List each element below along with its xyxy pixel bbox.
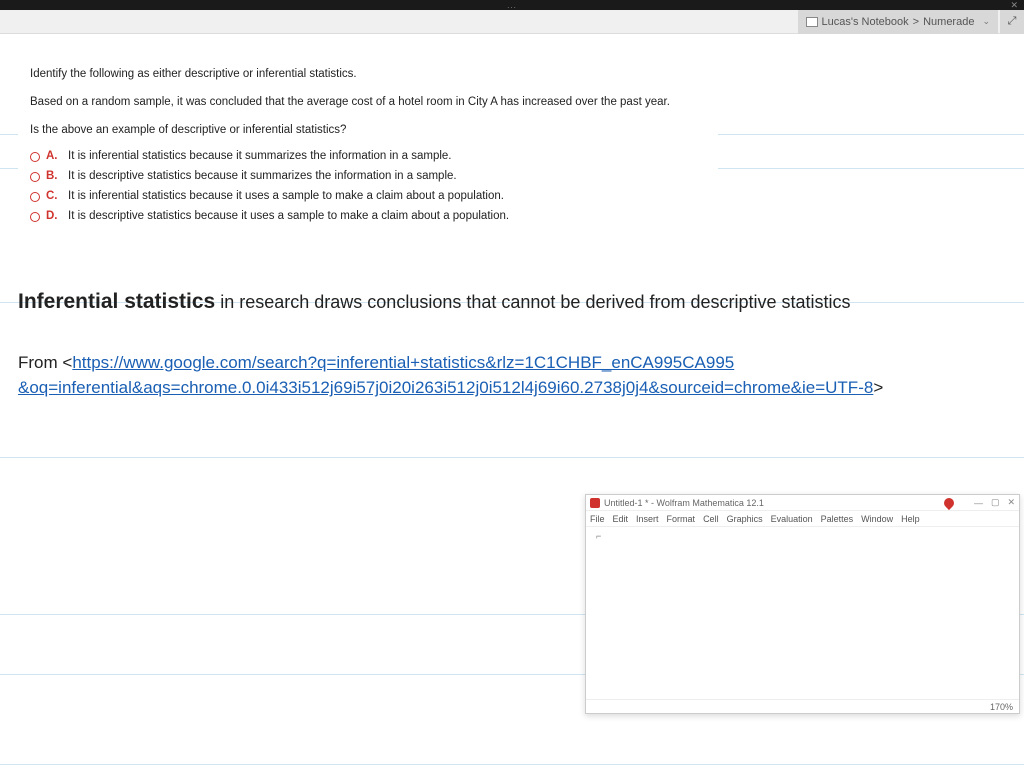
menu-palettes[interactable]: Palettes [821, 514, 854, 524]
source-section: From <https://www.google.com/search?q=in… [18, 350, 1006, 401]
close-button[interactable]: ✕ [1007, 497, 1015, 508]
breadcrumb-separator: > [913, 16, 919, 28]
close-icon[interactable]: ✕ [1010, 0, 1018, 11]
cursor-indicator: ⌐ [596, 531, 601, 541]
option-text: It is inferential statistics because it … [68, 150, 452, 162]
menu-window[interactable]: Window [861, 514, 893, 524]
breadcrumb-page: Numerade [923, 16, 974, 28]
radio-icon[interactable] [30, 212, 40, 222]
mathematica-menubar: File Edit Insert Format Cell Graphics Evaluati… [586, 511, 1019, 527]
menu-evaluation[interactable]: Evaluation [771, 514, 813, 524]
option-text: It is descriptive statistics because it … [68, 210, 509, 222]
note-rest: in research draws conclusions that canno… [215, 292, 850, 312]
source-prefix: From < [18, 353, 72, 372]
option-text: It is descriptive statistics because it … [68, 170, 457, 182]
mathematica-title: Untitled-1 * - Wolfram Mathematica 12.1 [604, 498, 944, 508]
option-row[interactable]: B. It is descriptive statistics because i… [30, 170, 706, 182]
note-bold: Inferential statistics [18, 290, 215, 313]
ruled-line [0, 764, 1024, 765]
option-letter: B. [46, 170, 62, 182]
fullscreen-button[interactable]: ⤢ [1000, 10, 1024, 34]
mathematica-content[interactable]: ⌐ [586, 527, 1019, 699]
question-prompt-1: Identify the following as either descrip… [30, 66, 706, 82]
question-prompt-3: Is the above an example of descriptive o… [30, 122, 706, 138]
note-section: Inferential statistics in research draws… [18, 286, 1006, 318]
option-letter: D. [46, 210, 62, 222]
mathematica-icon [590, 498, 600, 508]
ruled-line [0, 457, 1024, 458]
content-block: Identify the following as either descrip… [18, 66, 1006, 401]
option-row[interactable]: A. It is inferential statistics because i… [30, 150, 706, 162]
menu-help[interactable]: Help [901, 514, 920, 524]
option-letter: C. [46, 190, 62, 202]
question-box: Identify the following as either descrip… [18, 66, 718, 246]
menu-cell[interactable]: Cell [703, 514, 719, 524]
breadcrumb-notebook: Lucas's Notebook [822, 16, 909, 28]
option-text: It is inferential statistics because it … [68, 190, 504, 202]
mathematica-window[interactable]: Untitled-1 * - Wolfram Mathematica 12.1 … [585, 494, 1020, 714]
menu-graphics[interactable]: Graphics [727, 514, 763, 524]
source-link-line2[interactable]: &oq=inferential&aqs=chrome.0.0i433i512j6… [18, 378, 873, 397]
source-suffix: > [873, 378, 883, 397]
breadcrumb[interactable]: Lucas's Notebook > Numerade ⌄ [798, 10, 998, 34]
toolbar: Lucas's Notebook > Numerade ⌄ ⤢ [0, 10, 1024, 34]
pin-icon[interactable] [942, 495, 956, 509]
menu-insert[interactable]: Insert [636, 514, 659, 524]
book-icon [806, 17, 818, 27]
chevron-down-icon[interactable]: ⌄ [982, 16, 990, 27]
menu-edit[interactable]: Edit [613, 514, 629, 524]
source-link-line1[interactable]: https://www.google.com/search?q=inferent… [72, 353, 734, 372]
radio-icon[interactable] [30, 152, 40, 162]
menu-format[interactable]: Format [667, 514, 696, 524]
titlebar-dots: ... [507, 1, 517, 10]
radio-icon[interactable] [30, 172, 40, 182]
question-prompt-2: Based on a random sample, it was conclud… [30, 94, 706, 110]
mathematica-statusbar: 170% [586, 699, 1019, 713]
radio-icon[interactable] [30, 192, 40, 202]
maximize-button[interactable]: ▢ [991, 497, 1000, 508]
options-list: A. It is inferential statistics because i… [30, 150, 706, 222]
expand-icon: ⤢ [1008, 15, 1017, 28]
menu-file[interactable]: File [590, 514, 605, 524]
mathematica-titlebar[interactable]: Untitled-1 * - Wolfram Mathematica 12.1 … [586, 495, 1019, 511]
window-titlebar: ... ✕ [0, 0, 1024, 10]
zoom-level[interactable]: 170% [990, 702, 1013, 712]
option-row[interactable]: C. It is inferential statistics because i… [30, 190, 706, 202]
option-letter: A. [46, 150, 62, 162]
option-row[interactable]: D. It is descriptive statistics because i… [30, 210, 706, 222]
minimize-button[interactable]: — [974, 498, 983, 508]
